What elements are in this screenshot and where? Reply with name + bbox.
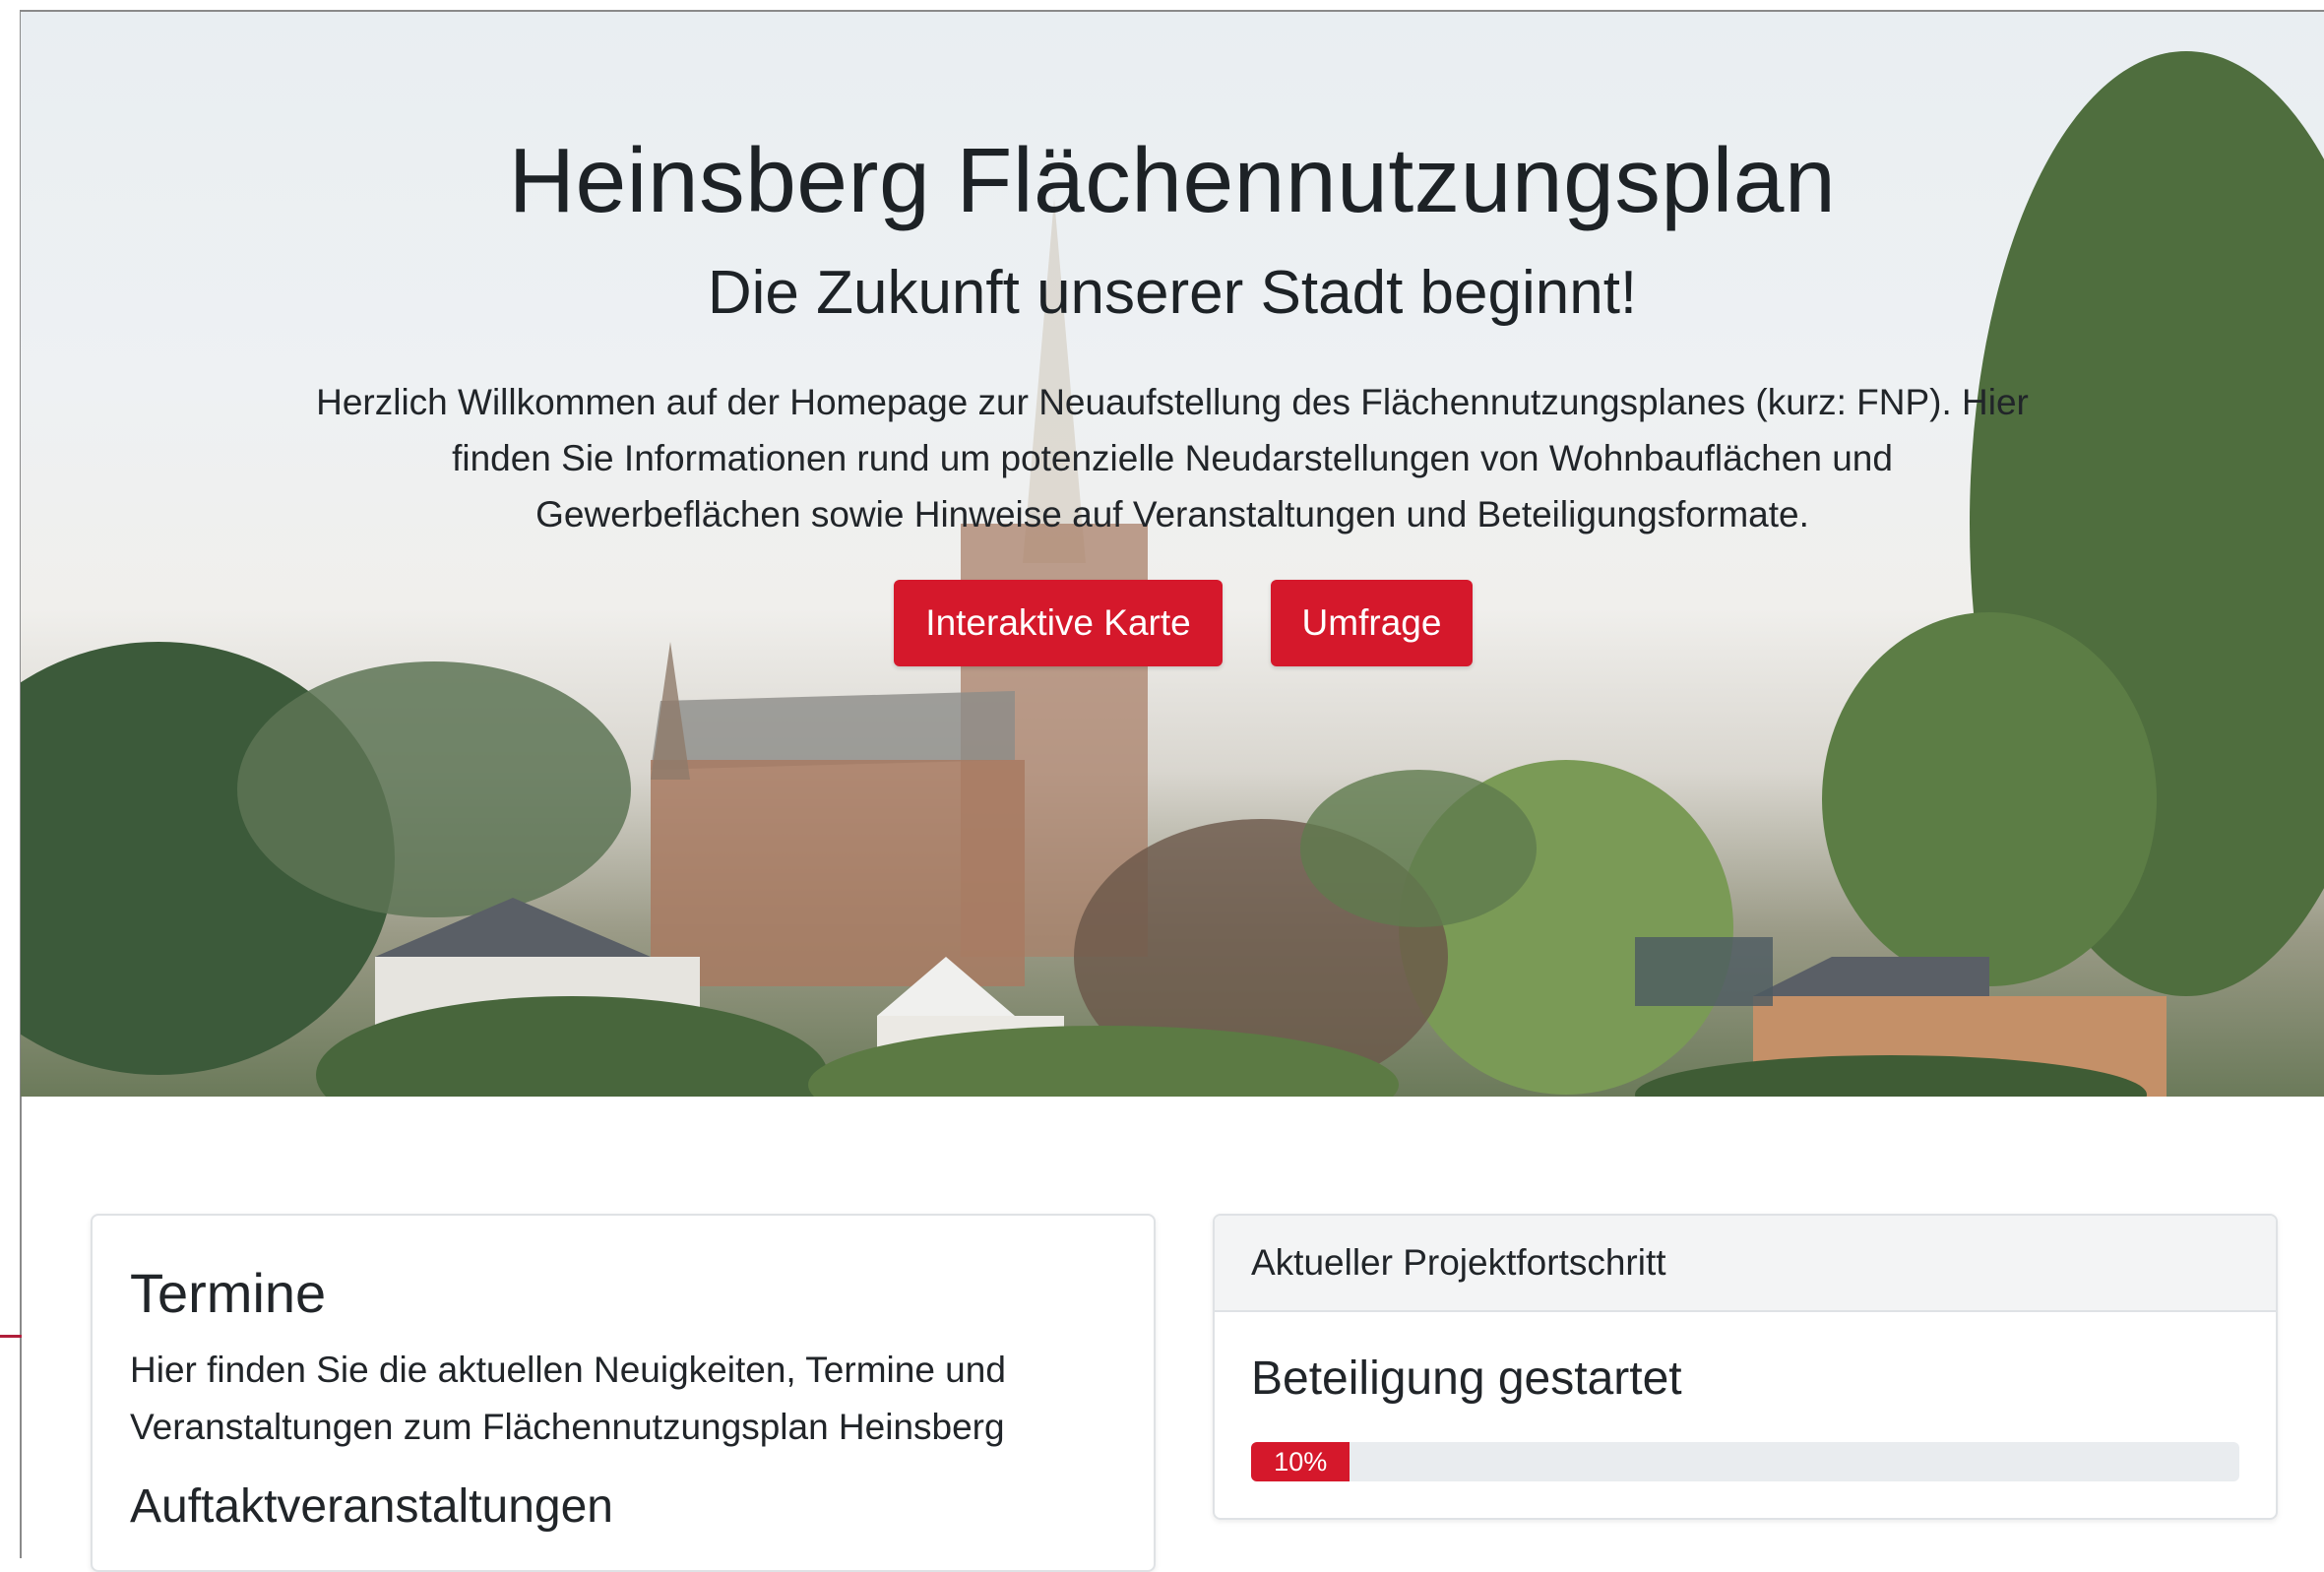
termine-subheading: Auftaktveranstaltungen xyxy=(130,1480,613,1533)
progress-status: Beteiligung gestartet xyxy=(1251,1352,1682,1405)
progress-bar: 10% xyxy=(1251,1442,2239,1481)
hero-banner: Heinsberg Flächennutzungsplan Die Zukunf… xyxy=(21,12,2324,1097)
window-frame-left xyxy=(0,0,22,1558)
progress-card-header: Aktueller Projektfortschritt xyxy=(1215,1216,2276,1312)
project-progress-card: Aktueller Projektfortschritt Beteiligung… xyxy=(1213,1214,2278,1520)
progress-label: 10% xyxy=(1274,1446,1328,1477)
survey-button[interactable]: Umfrage xyxy=(1271,580,1473,666)
decorative-red-line xyxy=(0,1335,22,1338)
progress-bar-fill: 10% xyxy=(1251,1442,1350,1481)
intro-text: Herzlich Willkommen auf der Homepage zur… xyxy=(316,382,2029,534)
progress-card-title: Aktueller Projektfortschritt xyxy=(1251,1242,1666,1283)
interactive-map-button[interactable]: Interaktive Karte xyxy=(894,580,1223,666)
termine-title: Termine xyxy=(130,1262,327,1324)
window-frame-top xyxy=(20,0,2324,12)
page-title: Heinsberg Flächennutzungsplan xyxy=(508,129,1837,231)
termine-card: Termine Hier finden Sie die aktuellen Ne… xyxy=(91,1214,1156,1572)
page-subtitle: Die Zukunft unserer Stadt beginnt! xyxy=(707,259,1638,327)
termine-description: Hier finden Sie die aktuellen Neuigkeite… xyxy=(130,1350,1006,1447)
